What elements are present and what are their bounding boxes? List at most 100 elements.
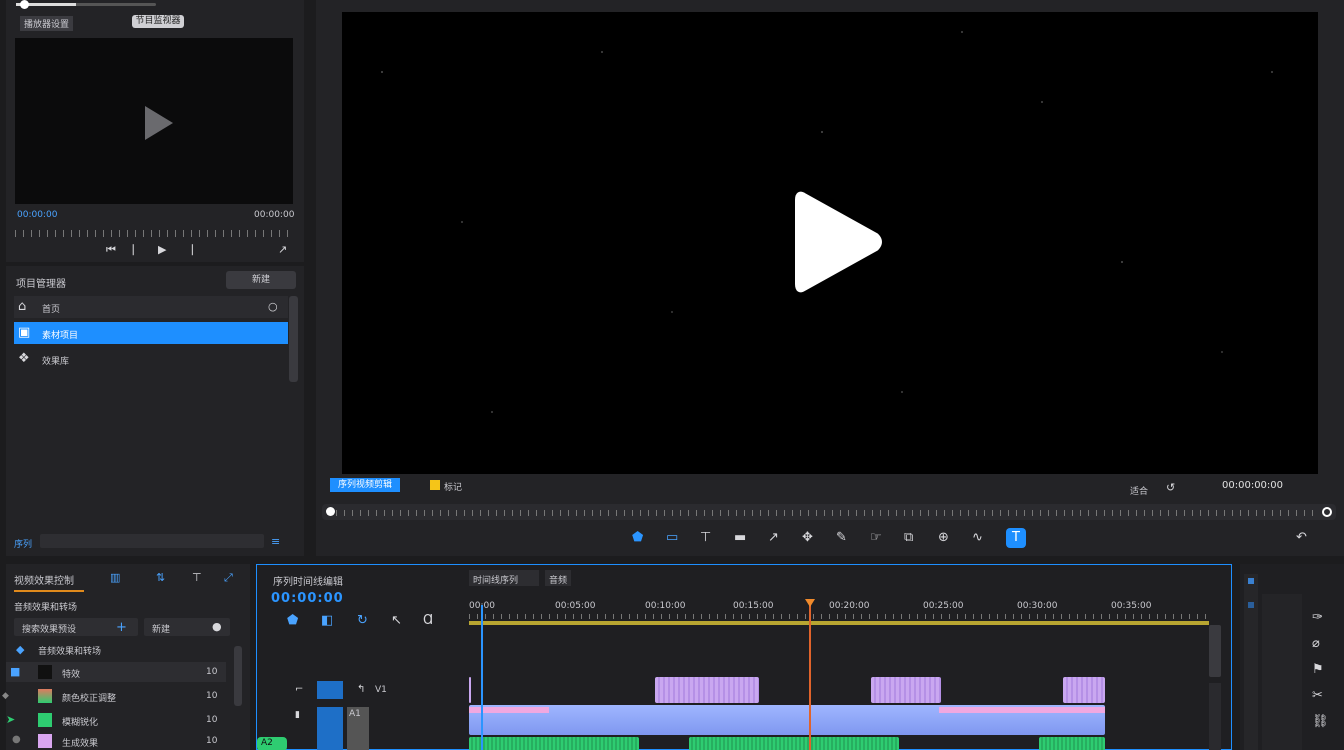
effects-filter-icon[interactable]: ⊤ — [192, 570, 202, 586]
source-play-icon[interactable] — [145, 106, 173, 140]
source-scrub-ruler[interactable] — [15, 230, 293, 237]
scissors-tool-icon[interactable]: ✂ — [1312, 688, 1323, 704]
timeline-tab-audio[interactable]: 音频 — [545, 570, 571, 586]
sync-icon[interactable]: ↰ — [357, 682, 365, 698]
project-item-assets[interactable]: ▣ 素材项目 — [14, 322, 288, 344]
slip-tool-icon[interactable]: ✥ — [802, 530, 813, 546]
effects-panel-title: 视频效果控制 — [14, 576, 74, 587]
effect-label: 生成效果 — [62, 739, 99, 749]
track-label: V1 — [375, 685, 387, 695]
razor-tool-icon[interactable]: Ɑ — [423, 613, 433, 629]
scrub-start-handle[interactable] — [326, 507, 335, 516]
program-play-button[interactable] — [794, 188, 882, 296]
lock-icon[interactable]: ⌐ — [295, 682, 303, 698]
toggle-icon[interactable]: ➤ — [6, 712, 15, 728]
video-clip[interactable] — [1063, 677, 1105, 703]
sequence-name-badge[interactable]: 序列视频剪辑 — [330, 478, 400, 492]
refresh-icon[interactable]: ○ — [268, 299, 278, 315]
effects-row-3[interactable]: ➤ 模糊锐化 10 — [6, 710, 226, 730]
work-area-bar[interactable] — [469, 621, 1209, 625]
audio-clip-a2[interactable] — [689, 737, 899, 750]
crop-tool-icon[interactable]: ⧉ — [904, 530, 913, 546]
scrub-end-handle[interactable] — [1322, 507, 1332, 517]
arrow-tool-icon[interactable]: ↖ — [391, 613, 402, 629]
program-timecode: 00:00:00:00 — [1222, 480, 1284, 491]
hand-tool-icon[interactable]: ☞ — [870, 530, 882, 546]
project-item-home[interactable]: ⌂ 首页 ○ — [14, 296, 288, 318]
text-tool-icon[interactable]: T — [1006, 528, 1026, 548]
brush-tool-icon[interactable]: ✑ — [1312, 610, 1323, 626]
linked-selection-icon[interactable]: ◧ — [321, 613, 333, 629]
effect-value: 10 — [206, 691, 218, 701]
source-volume-slider[interactable] — [16, 0, 156, 9]
timeline-scrollbar[interactable] — [1209, 625, 1221, 677]
program-video-frame[interactable] — [342, 12, 1318, 474]
razor-tool-icon[interactable]: ↗ — [768, 530, 779, 546]
source-mode-button[interactable]: 节目监视器 — [132, 15, 184, 28]
effects-scrollbar[interactable] — [234, 646, 242, 706]
timeline-title: 序列时间线编辑 — [273, 577, 343, 588]
play-icon[interactable]: ▶ — [158, 242, 166, 258]
effect-label: 特效 — [62, 670, 81, 680]
program-scrub-bar[interactable] — [322, 504, 1336, 520]
project-item-effects[interactable]: ❖ 效果库 — [14, 348, 288, 370]
diamond-icon: ◆ — [2, 691, 9, 701]
effects-new-field[interactable]: 新建 ● — [144, 618, 230, 636]
timeline-ruler[interactable]: 00:00 00:05:00 00:10:00 00:15:00 00:20:0… — [469, 601, 1209, 627]
project-zoom-slider[interactable] — [40, 534, 264, 548]
effects-sort-icon[interactable]: ⇅ — [156, 570, 165, 586]
project-item-label: 首页 — [42, 305, 61, 315]
in-point-line[interactable] — [481, 605, 483, 750]
track-header-a1[interactable]: ▮ A1 — [291, 707, 461, 750]
video-clip-marker[interactable] — [469, 677, 471, 703]
effects-category-label: 音频效果和转场 — [14, 603, 78, 613]
audio-clip-a2[interactable] — [1039, 737, 1105, 750]
video-clip[interactable] — [655, 677, 759, 703]
select-tool-icon[interactable]: ⬟ — [632, 530, 643, 546]
track-header-a2[interactable]: A2 — [257, 737, 287, 750]
project-new-button[interactable]: 新建 — [226, 271, 296, 289]
playhead[interactable] — [805, 599, 815, 750]
step-back-icon[interactable]: ⏮ — [106, 242, 116, 258]
tag-tool-icon[interactable]: ⚑ — [1312, 662, 1324, 678]
eraser-tool-icon[interactable]: ⌀ — [1312, 636, 1320, 652]
add-effect-icon[interactable]: + — [116, 620, 127, 636]
track-select-tool-icon[interactable]: ▭ — [666, 530, 678, 546]
ripple-edit-tool-icon[interactable]: ⊤ — [700, 530, 711, 546]
snap-icon[interactable]: ⬟ — [287, 613, 298, 629]
video-clip[interactable] — [871, 677, 941, 703]
mark-in-icon[interactable]: ⎸ — [133, 242, 144, 258]
clear-icon[interactable]: ● — [212, 619, 222, 635]
effects-expand-icon[interactable]: ⤢ — [224, 570, 233, 586]
source-monitor-panel: 播放器设置 节目监视器 00:00:00 00:00:00 ⏮ ⎸ ▶ ⎹ ↗ — [6, 0, 304, 262]
curve-tool-icon[interactable]: ∿ — [972, 530, 983, 546]
audio-clip-a2[interactable] — [469, 737, 639, 750]
ruler-label: 00:15:00 — [733, 601, 774, 611]
effects-row-1[interactable]: ■ 特效 10 — [6, 662, 226, 682]
undo-icon[interactable]: ↶ — [1296, 530, 1307, 546]
marker-add-icon[interactable]: ↻ — [357, 613, 368, 629]
right-tool-strip: ✑ ⌀ ⚑ ✂ ⛓ — [1240, 564, 1344, 750]
export-frame-icon[interactable]: ↗ — [278, 242, 287, 258]
pen-tool-icon[interactable]: ✎ — [836, 530, 847, 546]
audio-effects-icon: ◆ — [16, 643, 25, 656]
audio-clip-a1[interactable] — [469, 705, 1105, 735]
link-tool-icon[interactable]: ⛓ — [1312, 714, 1329, 730]
marker-label: 标记 — [444, 483, 463, 493]
mute-icon[interactable]: ▮ — [295, 707, 300, 723]
playhead-handle[interactable] — [805, 599, 815, 607]
source-video-frame[interactable] — [15, 38, 293, 204]
source-timecode-in: 00:00:00 — [17, 210, 58, 220]
list-view-icon[interactable]: ≡ — [271, 534, 280, 550]
timeline-tab-sequence[interactable]: 时间线序列 — [469, 570, 539, 586]
project-scrollbar[interactable] — [289, 296, 298, 382]
zoom-tool-icon[interactable]: ⊕ — [938, 530, 949, 546]
settings-wrench-icon[interactable]: ↺ — [1166, 480, 1175, 496]
effects-row-2[interactable]: ◆ 颜色校正调整 10 — [2, 686, 226, 706]
rolling-edit-tool-icon[interactable]: ▬ — [734, 530, 746, 546]
effects-layout-icon[interactable]: ▥ — [110, 570, 120, 586]
track-header-v1[interactable]: ⌐ ↰ V1 — [291, 681, 461, 701]
effects-row-4[interactable]: ● 生成效果 10 — [6, 732, 226, 750]
fit-dropdown[interactable]: 适合 — [1130, 484, 1148, 497]
mark-out-icon[interactable]: ⎹ — [182, 242, 193, 258]
